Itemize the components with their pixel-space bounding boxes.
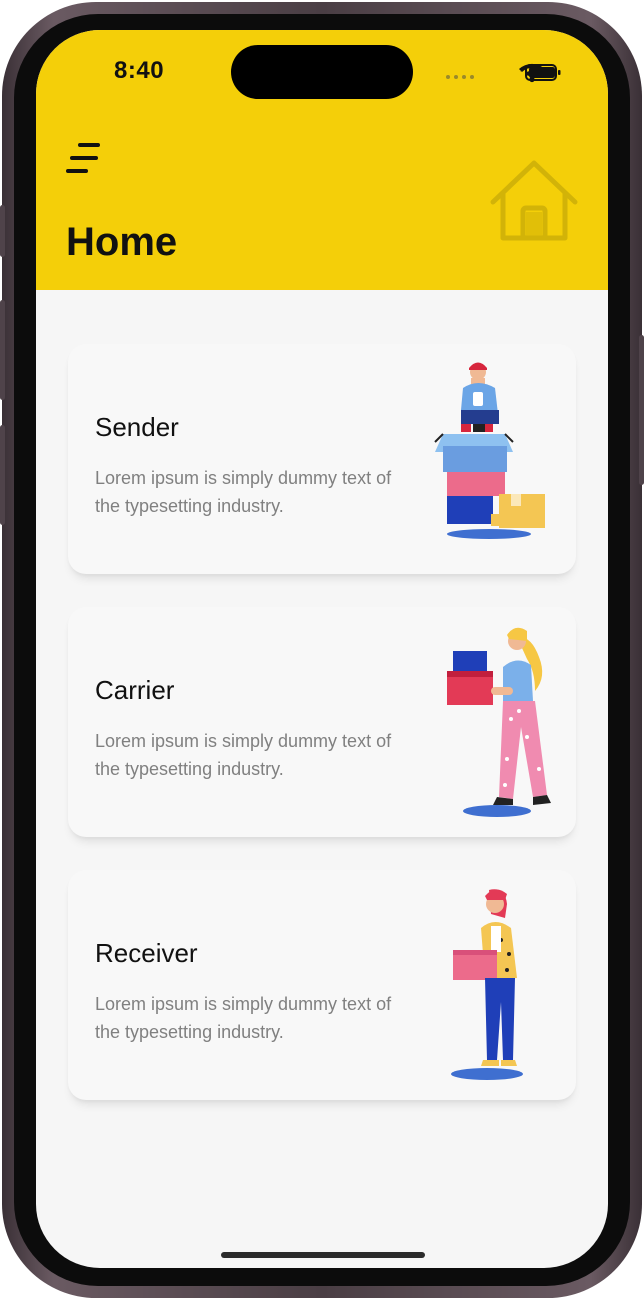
dynamic-island [231,45,413,99]
menu-button[interactable] [64,140,104,176]
page-title: Home [66,220,178,264]
status-time: 8:40 [114,57,165,84]
home-indicator[interactable] [221,1252,425,1258]
receiver-illustration [451,889,523,1080]
card-title: Carrier [95,675,175,705]
menu-icon [66,143,100,173]
sender-card[interactable]: Sender Lorem ipsum is simply dummy text … [68,344,576,574]
status-icons [446,63,561,83]
card-title: Sender [95,412,179,442]
app-header: 8:40 Home [36,30,608,290]
receiver-card[interactable]: Receiver Lorem ipsum is simply dummy tex… [68,870,576,1100]
carrier-card[interactable]: Carrier Lorem ipsum is simply dummy text… [68,607,576,837]
card-title: Receiver [95,938,198,968]
card-description: Lorem ipsum is simply dummy text of the … [95,731,392,779]
signal-icon [446,75,474,79]
app-screen: 8:40 Home Sender Lorem ipsum is simply d… [36,30,608,1268]
home-icon [490,160,578,241]
sender-illustration [434,362,545,539]
card-description: Lorem ipsum is simply dummy text of the … [95,468,392,516]
battery-icon [525,64,561,81]
card-description: Lorem ipsum is simply dummy text of the … [95,994,392,1042]
carrier-illustration [447,627,551,817]
